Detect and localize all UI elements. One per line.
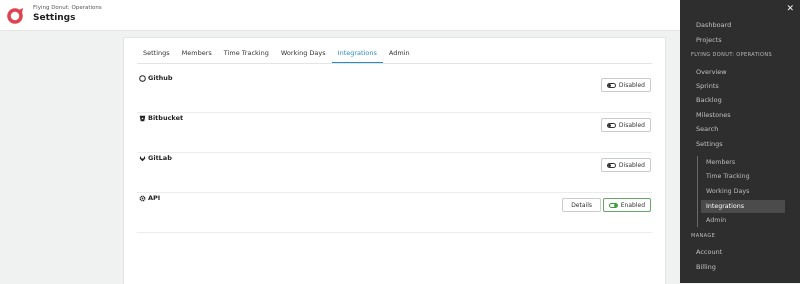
integration-row-bitbucket: Bitbucket Disabled: [137, 112, 652, 153]
organization-name: Flying Donut: Operations: [33, 5, 102, 11]
tab-working-days[interactable]: Working Days: [275, 48, 332, 63]
sidebar-subitem-time-tracking[interactable]: Time Tracking: [701, 170, 785, 183]
gitlab-status-toggle[interactable]: Disabled: [600, 158, 651, 172]
page-header: Flying Donut: Operations Settings: [0, 0, 680, 31]
bitbucket-status-toggle[interactable]: Disabled: [600, 118, 651, 132]
flying-donut-logo-icon[interactable]: [7, 8, 23, 24]
sidebar-item-backlog[interactable]: Backlog: [696, 96, 722, 104]
sidebar-item-overview[interactable]: Overview: [696, 68, 727, 76]
gear-icon: [139, 195, 146, 201]
settings-card: Settings Members Time Tracking Working D…: [123, 37, 666, 284]
api-status-toggle[interactable]: Enabled: [602, 198, 651, 212]
settings-tabs: Settings Members Time Tracking Working D…: [137, 48, 652, 64]
tab-integrations[interactable]: Integrations: [331, 48, 383, 63]
integration-name: GitLab: [148, 154, 172, 162]
sidebar-subitem-admin[interactable]: Admin: [701, 214, 785, 227]
toggle-off-icon: [606, 82, 616, 88]
github-status-toggle[interactable]: Disabled: [600, 78, 651, 92]
integration-name: API: [148, 194, 161, 202]
sidebar-item-sprints[interactable]: Sprints: [696, 82, 719, 90]
toggle-on-icon: [608, 202, 618, 208]
sidebar-item-projects[interactable]: Projects: [696, 36, 722, 44]
integration-name: Github: [148, 74, 173, 82]
sidebar-subitem-integrations[interactable]: Integrations: [701, 200, 785, 213]
api-details-button[interactable]: Details: [562, 198, 601, 212]
sidebar-subitem-members[interactable]: Members: [701, 156, 785, 169]
submenu-divider: [697, 156, 698, 227]
toggle-off-icon: [606, 162, 616, 168]
page-title: Settings: [33, 13, 76, 23]
integration-row-gitlab: GitLab Disabled: [137, 152, 652, 193]
sidebar-section-project: FLYING DONUT: OPERATIONS: [691, 52, 773, 58]
sidebar-section-manage: MANAGE: [691, 233, 716, 239]
tab-time-tracking[interactable]: Time Tracking: [218, 48, 275, 63]
integration-row-api: API Details Enabled: [137, 192, 652, 233]
tab-settings[interactable]: Settings: [137, 48, 176, 63]
close-icon[interactable]: ✕: [786, 4, 794, 14]
sidebar-item-milestones[interactable]: Milestones: [696, 111, 731, 119]
sidebar-subitem-working-days[interactable]: Working Days: [701, 185, 785, 198]
sidebar-item-settings[interactable]: Settings: [696, 140, 723, 148]
toggle-off-icon: [606, 122, 616, 128]
bitbucket-icon: [139, 115, 146, 121]
navigation-sidebar: ✕ Dashboard Projects FLYING DONUT: OPERA…: [680, 0, 800, 283]
sidebar-item-account[interactable]: Account: [696, 248, 722, 256]
integration-row-github: Github Disabled: [137, 72, 652, 113]
gitlab-icon: [139, 155, 146, 161]
tab-members[interactable]: Members: [176, 48, 218, 63]
sidebar-item-search[interactable]: Search: [696, 125, 718, 133]
integration-name: Bitbucket: [148, 114, 184, 122]
github-icon: [139, 74, 146, 82]
sidebar-item-dashboard[interactable]: Dashboard: [696, 21, 731, 29]
sidebar-item-billing[interactable]: Billing: [696, 263, 716, 271]
tab-admin[interactable]: Admin: [383, 48, 416, 63]
